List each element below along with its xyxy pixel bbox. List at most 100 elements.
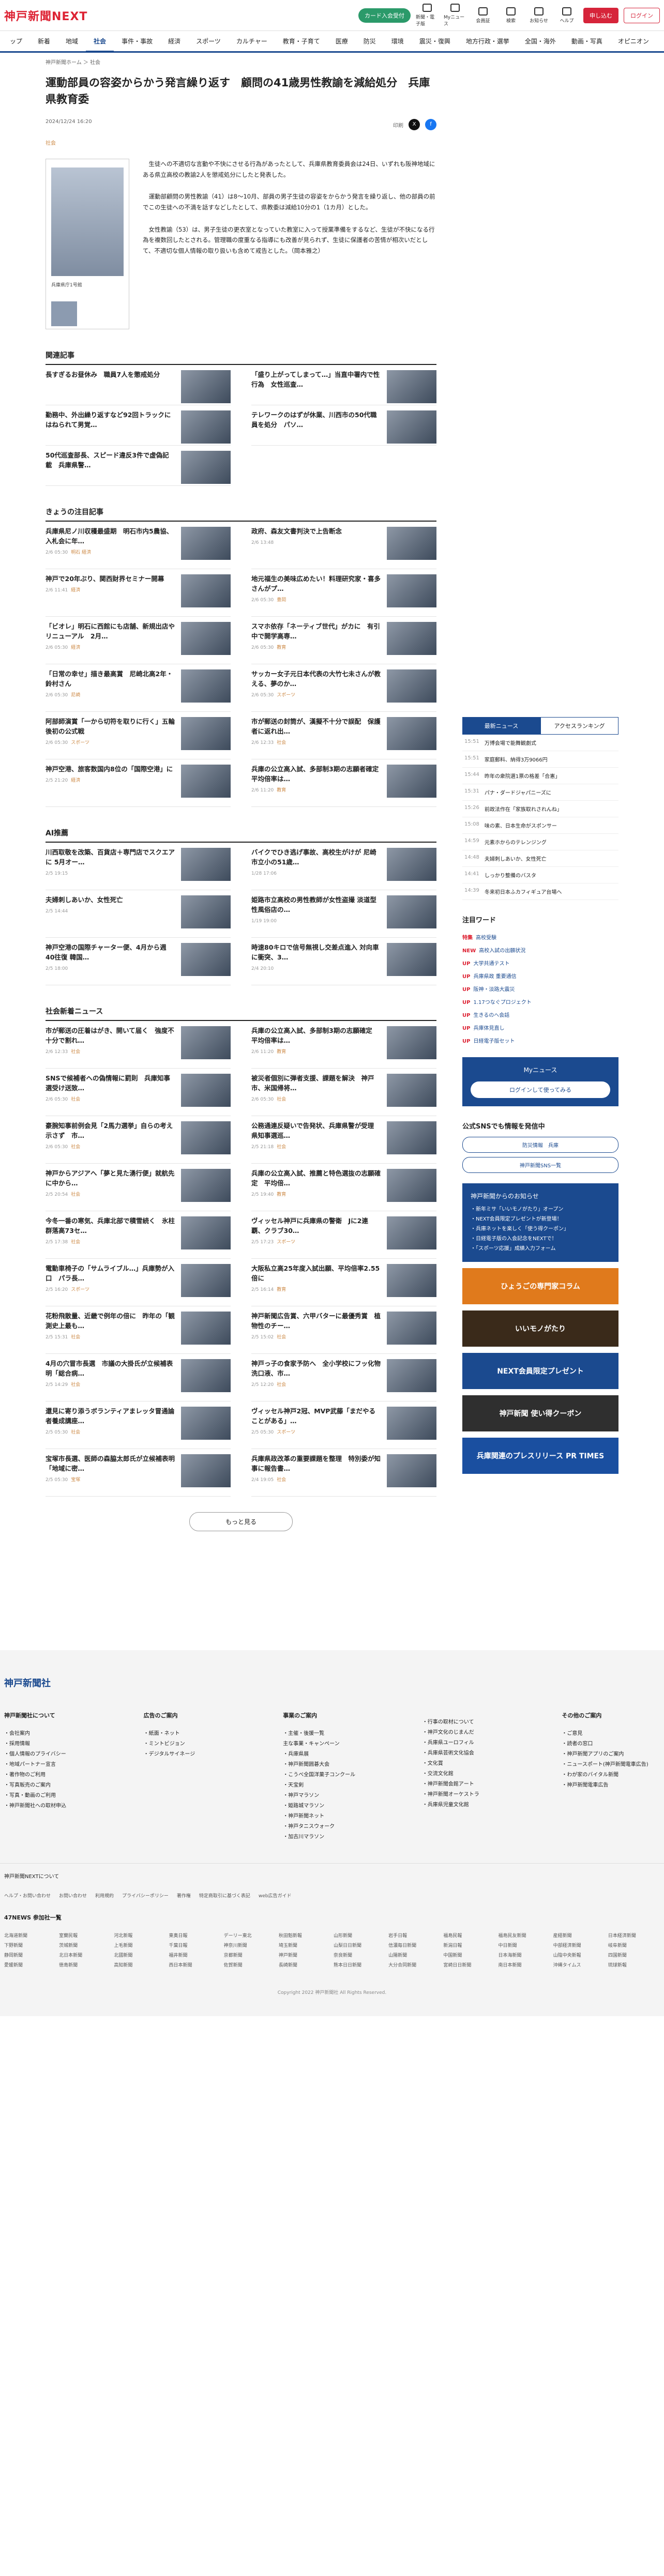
nav-item[interactable]: 防災 [356,37,384,45]
keyword-link[interactable]: UP 兵庫体見直し [462,1021,618,1034]
latest-news-item[interactable]: 15:44 昨年の衆院選1票の格差「合憲」 [462,768,618,784]
news-item[interactable]: 還見に寄り添うボランティアまレッタ冒通論者養成講座… 2/5 05:30 社会 [46,1401,231,1449]
partner-link[interactable]: 南日本新聞 [498,1961,550,1968]
footer-link[interactable]: ・会社案内 [4,1729,102,1739]
footer-link[interactable]: ・わが家のバイタル新聞 [562,1770,660,1780]
news-item[interactable]: SNSで候補者への偽情報に罰則 兵庫知事選受け送致… 2/6 05:30 社会 [46,1069,231,1116]
news-item[interactable]: 時速80キロで信号無視し交差点進入 対向車に衝突、3… 2/4 20:10 [251,938,436,985]
latest-news-item[interactable]: 15:08 味の素、日本生命がスポンサー [462,817,618,834]
partner-link[interactable]: 北海道新聞 [4,1932,56,1939]
news-item[interactable]: 神戸空港の国際チャーター便、4月から週40往復 韓国… 2/5 18:00 [46,938,231,985]
footer-link[interactable]: ・兵庫県芸術文化協会 [422,1748,521,1759]
partner-link[interactable]: 佐賀新聞 [224,1961,276,1968]
header-newspaper[interactable]: 新聞・電子版 [416,4,439,27]
news-item[interactable]: 兵庫の公立高入試、推薦と特色選抜の志願確定 平均倍… 2/5 19:40 教育 [251,1164,436,1211]
news-item[interactable]: 「日常の幸せ」描き最高賞 尼崎北高2年・鈴村さん 2/6 05:30 尼崎 [46,664,231,712]
partner-link[interactable]: 日本経済新聞 [608,1932,660,1939]
header-help[interactable]: ヘルプ [555,7,578,24]
news-item[interactable]: 神戸っ子の食家予防へ 全小学校にフッ化物洗口液、市… 2/5 12:20 社会 [251,1354,436,1401]
footer-link[interactable]: ・兵庫県展 [283,1749,381,1760]
news-item[interactable]: 神戸空港、旅客数国内8位の「国際空港」に 2/5 21:20 経済 [46,759,231,807]
news-item[interactable]: ヴィッセル神戸2冠、MVP武藤「まだやることがある」… 2/5 05:30 スポーツ [251,1401,436,1449]
partner-link[interactable]: デーリー東北 [224,1932,276,1939]
card-signup-pill[interactable]: カード入会受付 [358,8,411,23]
partner-link[interactable]: 日本海新聞 [498,1952,550,1958]
nav-item[interactable]: ップ [2,37,30,45]
footer-link[interactable]: 特定商取引に基づく表記 [199,1892,250,1899]
nav-item[interactable]: 社会 [86,37,114,52]
footer-link[interactable]: ・神戸文化のじまんだ [422,1728,521,1738]
partner-link[interactable]: 福島民友新聞 [498,1932,550,1939]
latest-news-item[interactable]: 14:59 元素ホからのテレンジング [462,834,618,850]
news-item[interactable]: 神戸からアジアへ「夢と見た湧行便」就航先に中から… 2/5 20:54 社会 [46,1164,231,1211]
footer-link[interactable]: ・神戸新聞囲碁大会 [283,1760,381,1770]
partner-link[interactable]: 室蘭民報 [59,1932,111,1939]
footer-link[interactable]: ・兵庫県児童文化館 [422,1800,521,1810]
news-item[interactable]: 「ビオレ」明石に西館にも店舗、新規出店やリニューアル 2月… 2/6 05:30 経… [46,617,231,664]
sns-button[interactable]: 神戸新聞SNS一覧 [462,1157,618,1173]
promo-link[interactable]: ・兵庫ネットを楽しく「使う得クーポン」 [471,1224,610,1234]
news-item[interactable]: サッカー女子元日本代表の大竹七未さんが教える、夢のか… 2/6 05:30 スポーツ [251,664,436,712]
partner-link[interactable]: 長崎新聞 [279,1961,330,1968]
news-item[interactable]: 兵庫の公立高入試、多部制3期の志願確定 平均倍率は… 2/6 11:20 教育 [251,1021,436,1069]
news-item[interactable]: 花粉飛散量、近畿で例年の倍に 昨年の「観測史上最も… 2/5 15:31 社会 [46,1306,231,1354]
footer-link[interactable]: ・ミントビジョン [144,1739,242,1749]
keyword-link[interactable]: UP 日経電子版セット [462,1034,618,1047]
footer-link[interactable]: ヘルプ・お問い合わせ [4,1892,51,1899]
keyword-link[interactable]: UP 生きるのへ会話 [462,1008,618,1021]
footer-link[interactable]: 主な事業・キャンペーン [283,1739,381,1749]
news-item[interactable]: 川西取敬を改築、百貨店＋専門店でスクエアに 5月オー… 2/5 19:15 [46,843,231,890]
partner-link[interactable]: 熊本日日新聞 [334,1961,385,1968]
footer-link[interactable]: 利用規約 [95,1892,114,1899]
partner-link[interactable]: 大分合同新聞 [388,1961,440,1968]
nav-item[interactable]: カルチャー [229,37,275,45]
footer-link[interactable]: ・写真・動画のご利用 [4,1791,102,1801]
news-item[interactable]: 兵庫県政改革の重要課題を整理 特別委が知事に報告書… 2/4 19:05 社会 [251,1449,436,1497]
promo-banner[interactable]: ひょうごの専門家コラム [462,1268,618,1304]
x-share-icon[interactable]: X [409,119,420,130]
news-item[interactable]: 阿部師演賞「一から切符を取りに行く」五輪後初の公式戦 2/6 05:30 スポーツ [46,712,231,759]
partner-link[interactable]: 琉球新報 [608,1961,660,1968]
partner-link[interactable]: 神戸新聞 [279,1952,330,1958]
keyword-link[interactable]: UP 兵庫県政 重要通信 [462,969,618,982]
footer-link[interactable]: ・神戸新聞社への取材申込 [4,1801,102,1811]
promo-banner[interactable]: 神戸新聞 使い得クーポン [462,1395,618,1431]
promo-link[interactable]: ・新年ミサ「いいモノがたり」オープン [471,1205,610,1214]
footer-link[interactable]: ・こうべ全国洋菓子コンクール [283,1770,381,1780]
footer-link[interactable]: ・神戸新聞ネット [283,1811,381,1822]
partner-link[interactable]: 山形新聞 [334,1932,385,1939]
nav-item[interactable]: オピニオン [610,37,657,45]
footer-link[interactable]: web広告ガイド [259,1892,292,1899]
news-item[interactable]: 神戸新聞広告賞、六甲バターに最優秀賞 植物性のチー… 2/5 15:02 社会 [251,1306,436,1354]
news-item[interactable]: 市が郵送の圧着はがき、開いて届く 強度不十分で割れ… 2/6 12:33 社会 [46,1021,231,1069]
partner-link[interactable]: 東奥日報 [169,1932,220,1939]
nav-item[interactable]: 環境 [384,37,412,45]
signup-button[interactable]: 申し込む [583,7,618,23]
partner-link[interactable]: 福島民報 [443,1932,495,1939]
footer-link[interactable]: ・地域パートナー宣言 [4,1760,102,1770]
news-item[interactable]: 長すぎるお昼休み 職員7人を懲戒処分 [46,365,231,405]
news-item[interactable]: 市が郵送の封筒が、漢擬不十分で誤配 保護者に返れ出… 2/6 12:33 社会 [251,712,436,759]
partner-link[interactable]: 山陰中央新報 [553,1952,605,1958]
footer-link[interactable]: 著作権 [177,1892,191,1899]
footer-link[interactable]: ・兵庫県ユーロフィル [422,1738,521,1748]
nav-item[interactable]: 教育・子育て [275,37,328,45]
nav-item[interactable]: 経済 [160,37,188,45]
header-bookmark[interactable]: Myニュース [444,4,466,27]
nav-item[interactable]: 事件・事故 [114,37,160,45]
news-item[interactable]: 政府、森友文書判決で上告断念 2/6 13:48 [251,522,436,569]
nav-item[interactable]: 震災・復興 [412,37,458,45]
latest-news-item[interactable]: 15:51 万博会場で能舞観劇式 [462,735,618,751]
partner-link[interactable]: 千葉日報 [169,1942,220,1948]
latest-news-item[interactable]: 15:26 前政法作在「家族取れされんね」 [462,801,618,817]
footer-link[interactable]: ・主催・後援一覧 [283,1729,381,1739]
partner-link[interactable]: 新潟日報 [443,1942,495,1948]
partner-link[interactable]: 下野新聞 [4,1942,56,1948]
partner-link[interactable]: 静岡新聞 [4,1952,56,1958]
footer-link[interactable]: ・文化賞 [422,1759,521,1769]
footer-link[interactable]: ・神戸新聞オーケストラ [422,1790,521,1800]
keyword-link[interactable]: 特集 高校受験 [462,931,618,943]
news-item[interactable]: 「盛り上がってしまって…」当直中署内で性行為 女性巡査… [251,365,436,405]
news-item[interactable]: 4月の穴冒市長選 市議の大掛氏が立候補表明「総合病… 2/5 14:29 社会 [46,1354,231,1401]
news-item[interactable]: 兵庫県尼ノ川収穫最盛期 明石市内5農協、入札会に年… 2/6 05:30 明石 経済 [46,522,231,569]
